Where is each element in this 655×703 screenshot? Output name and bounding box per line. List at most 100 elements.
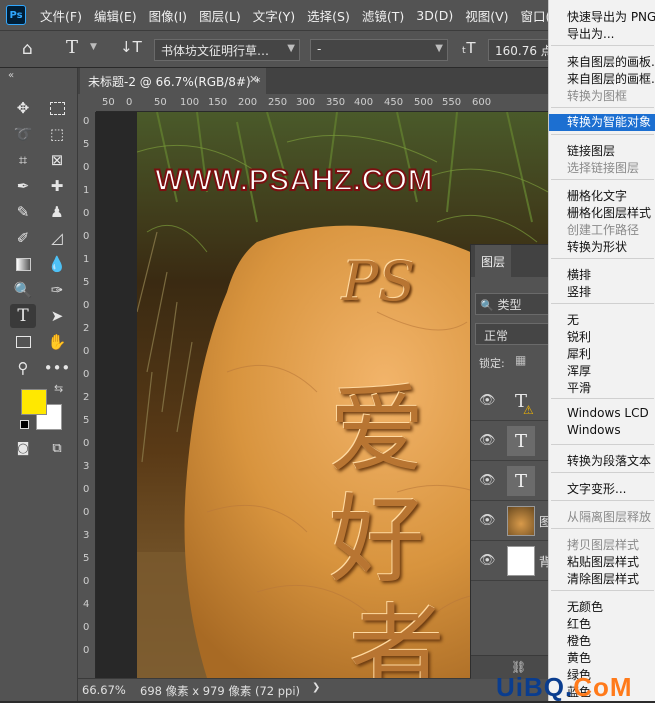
watermark-overlay-text: WWW.PSAHZ.COM [154, 163, 434, 198]
site-watermark: UiBQ.CoM [496, 672, 633, 703]
carved-text-zhe: 者 [349, 594, 445, 678]
context-menu-item[interactable]: 链接图层 [567, 142, 615, 159]
type-tool-icon[interactable]: T [10, 304, 36, 328]
menu-filter[interactable]: 滤镜(T) [356, 6, 410, 25]
layer-row[interactable]: 👁 背 [471, 541, 551, 581]
screen-mode-icon[interactable]: ⧉ [44, 436, 70, 460]
font-size-input[interactable]: 160.76 点 [488, 39, 550, 61]
context-menu-item[interactable]: 转换为形状 [567, 238, 627, 255]
brush-tool-icon[interactable]: ✎ [10, 200, 36, 224]
eye-icon[interactable]: 👁 [479, 433, 496, 448]
context-menu-item[interactable]: 黄色 [567, 649, 591, 666]
context-menu-item[interactable]: 红色 [567, 615, 591, 632]
eye-icon[interactable]: 👁 [479, 553, 496, 568]
context-menu-item[interactable]: 橙色 [567, 632, 591, 649]
ruler-tick-label: 4 [83, 599, 90, 610]
move-tool-icon[interactable]: ✥ [10, 96, 36, 120]
path-select-tool-icon[interactable]: ➤ [44, 304, 70, 328]
menu-file[interactable]: 文件(F) [34, 6, 88, 25]
chevron-right-icon[interactable]: ❯ [312, 682, 320, 693]
layer-row[interactable]: 👁 T ⚠ [471, 381, 549, 421]
collapse-panel-icon[interactable]: « [8, 70, 14, 81]
context-menu-item[interactable]: 粘贴图层样式 [567, 553, 639, 570]
stamp-tool-icon[interactable]: ♟ [44, 200, 70, 224]
document-tab[interactable]: 未标题-2 @ 66.7%(RGB/8#) * [80, 68, 266, 94]
lasso-tool-icon[interactable]: ➰ [10, 122, 36, 146]
default-colors-icon[interactable] [20, 420, 29, 429]
context-menu-item[interactable]: 无 [567, 311, 579, 328]
gradient-tool-icon[interactable] [10, 252, 36, 276]
context-menu-item[interactable]: 清除图层样式 [567, 570, 639, 587]
dodge-tool-icon[interactable]: 🔍 [10, 278, 36, 302]
context-menu-item[interactable]: 栅格化文字 [567, 187, 627, 204]
object-select-tool-icon[interactable]: ⬚ [44, 122, 70, 146]
layer-row[interactable]: 👁 T [471, 461, 549, 501]
tools-panel: « ✥ ➰ ⬚ ⌗ ⊠ ✒ ✚ ✎ ♟ ✐ ◿ 💧 🔍 ✑ T ➤ ✋ ⚲ ••… [0, 68, 78, 701]
eraser-tool-icon[interactable]: ◿ [44, 226, 70, 250]
context-menu-item[interactable]: 犀利 [567, 345, 591, 362]
history-brush-tool-icon[interactable]: ✐ [10, 226, 36, 250]
more-tools-icon[interactable]: ••• [44, 356, 71, 380]
ruler-tick-label: 0 [83, 369, 90, 380]
context-menu-item[interactable]: 转换为智能对象 [549, 114, 655, 131]
type-tool-preset-icon[interactable]: T [66, 37, 78, 58]
eye-icon[interactable]: 👁 [479, 473, 496, 488]
context-menu-item[interactable]: 锐利 [567, 328, 591, 345]
document-tab-bar: 未标题-2 @ 66.7%(RGB/8#) * ✕ [78, 68, 548, 94]
lock-transparent-icon[interactable]: ▦ [515, 353, 526, 367]
close-icon[interactable]: ✕ [249, 73, 258, 86]
menu-image[interactable]: 图像(I) [143, 6, 193, 25]
home-icon[interactable]: ⌂ [22, 39, 33, 59]
zoom-tool-icon[interactable]: ⚲ [10, 356, 36, 380]
context-menu-item[interactable]: 栅格化图层样式 [567, 204, 651, 221]
layer-type-icon: T [514, 470, 527, 492]
context-menu-item[interactable]: 竖排 [567, 283, 591, 300]
context-menu-item[interactable]: 横排 [567, 266, 591, 283]
marquee-tool-icon[interactable] [44, 96, 70, 120]
ruler-tick-label: 0 [83, 438, 90, 449]
horizontal-ruler[interactable]: 50 0 50 100 150 200 250 300 350 400 450 500 550 600 [96, 94, 548, 112]
context-menu-item[interactable]: 来自图层的画板... [567, 53, 655, 70]
context-menu-item[interactable]: 来自图层的画框... [567, 70, 655, 87]
zoom-level[interactable]: 66.67% [82, 683, 126, 697]
menu-type[interactable]: 文字(Y) [247, 6, 301, 25]
menu-3d[interactable]: 3D(D) [410, 8, 459, 23]
swap-colors-icon[interactable]: ⇆ [54, 382, 63, 395]
context-menu-item[interactable]: 转换为段落文本 [567, 452, 651, 469]
context-menu-item[interactable]: 平滑 [567, 379, 591, 396]
context-menu-item[interactable]: Windows LCD [567, 406, 649, 420]
context-menu-item[interactable]: 文字变形... [567, 480, 626, 497]
frame-tool-icon[interactable]: ⊠ [44, 148, 70, 172]
context-menu-item[interactable]: 快速导出为 PNG [567, 8, 655, 25]
pen-tool-icon[interactable]: ✑ [44, 278, 70, 302]
layer-filter-select[interactable]: 🔍 类型 [475, 293, 549, 315]
foreground-color-swatch[interactable] [21, 389, 47, 415]
font-family-select[interactable]: 书体坊文征明行草… ▼ [154, 39, 300, 61]
eyedropper-tool-icon[interactable]: ✒ [10, 174, 36, 198]
chevron-down-icon[interactable]: ▼ [90, 42, 97, 52]
menu-view[interactable]: 视图(V) [459, 6, 514, 25]
menu-layer[interactable]: 图层(L) [193, 6, 247, 25]
context-menu-item[interactable]: 无颜色 [567, 598, 603, 615]
blend-mode-select[interactable]: 正常 [475, 323, 549, 345]
context-menu-item[interactable]: Windows [567, 423, 621, 437]
menu-select[interactable]: 选择(S) [301, 6, 356, 25]
healing-brush-tool-icon[interactable]: ✚ [44, 174, 70, 198]
quick-mask-icon[interactable]: ◙ [10, 436, 36, 460]
context-menu-item[interactable]: 浑厚 [567, 362, 591, 379]
eye-icon[interactable]: 👁 [479, 513, 496, 528]
font-style-select[interactable]: - ▼ [310, 39, 448, 61]
menu-edit[interactable]: 编辑(E) [88, 6, 143, 25]
vertical-ruler[interactable]: 0 5 0 1 0 0 1 5 0 2 0 0 2 5 0 3 0 0 3 5 0 4 0 0 [78, 112, 96, 678]
blur-tool-icon[interactable]: 💧 [44, 252, 70, 276]
text-orientation-icon[interactable]: ↓T [120, 38, 142, 56]
layer-row[interactable]: 👁 T [471, 421, 549, 461]
rectangle-tool-icon[interactable] [10, 330, 36, 354]
layers-tab[interactable]: 图层 [475, 245, 511, 277]
eye-icon[interactable]: 👁 [479, 393, 496, 408]
hand-tool-icon[interactable]: ✋ [44, 330, 70, 354]
ruler-tick-label: 0 [83, 162, 90, 173]
crop-tool-icon[interactable]: ⌗ [10, 148, 36, 172]
context-menu-item[interactable]: 导出为... [567, 25, 614, 42]
layer-row[interactable]: 👁 图 [471, 501, 551, 541]
